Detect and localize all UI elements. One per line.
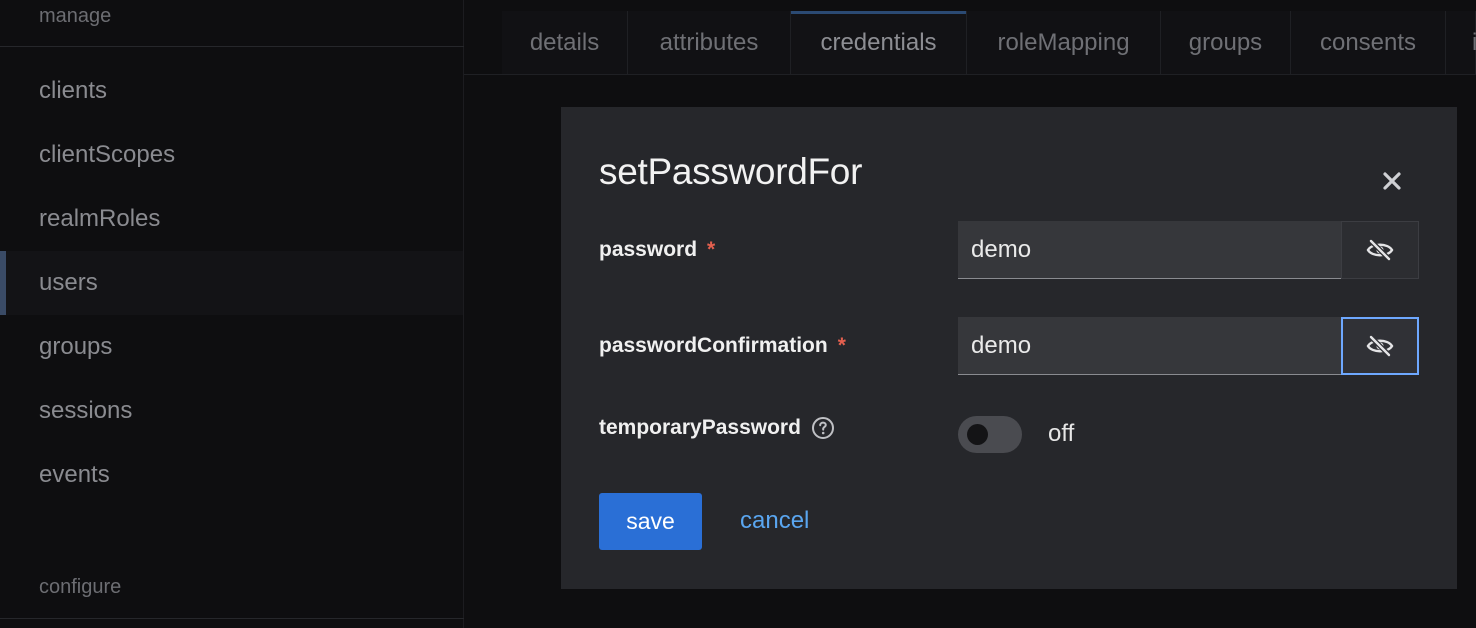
sidebar-item-clients[interactable]: clients (0, 59, 463, 123)
app-root: manage clients clientScopes realmRoles u… (0, 0, 1476, 628)
switch-knob (967, 424, 988, 445)
tab-details[interactable]: details (502, 11, 628, 74)
cancel-link[interactable]: cancel (740, 507, 809, 535)
sidebar-item-client-scopes[interactable]: clientScopes (0, 123, 463, 187)
eye-slash-icon (1366, 335, 1394, 357)
password-visibility-toggle[interactable] (1341, 221, 1419, 279)
tab-groups[interactable]: groups (1161, 11, 1291, 74)
required-marker: * (707, 238, 716, 261)
close-icon (1383, 172, 1401, 190)
sidebar-item-users[interactable]: users (0, 251, 463, 315)
sidebar-item-events[interactable]: events (0, 443, 463, 507)
sidebar: manage clients clientScopes realmRoles u… (0, 0, 464, 628)
sidebar-item-sessions[interactable]: sessions (0, 379, 463, 443)
tab-credentials[interactable]: credentials (791, 11, 967, 74)
temporary-password-state: off (1048, 420, 1075, 447)
password-label-text: password (599, 238, 698, 261)
dialog-title: setPasswordFor (599, 151, 863, 192)
temporary-password-label: temporaryPassword (599, 416, 835, 440)
tab-role-mapping[interactable]: roleMapping (967, 11, 1161, 74)
password-confirmation-visibility-toggle[interactable] (1341, 317, 1419, 375)
user-tabs: details attributes credentials roleMappi… (464, 11, 1476, 75)
password-confirmation-input[interactable] (958, 317, 1341, 375)
tab-consents[interactable]: consents (1291, 11, 1446, 74)
sidebar-item-realm-roles[interactable]: realmRoles (0, 187, 463, 251)
password-confirmation-label: passwordConfirmation * (599, 334, 846, 358)
eye-slash-icon (1366, 239, 1394, 261)
sidebar-section-manage: manage (39, 5, 112, 27)
password-input[interactable] (958, 221, 1341, 279)
sidebar-divider (0, 46, 464, 47)
sidebar-section-configure: configure (39, 576, 122, 598)
temporary-password-switch[interactable] (958, 416, 1022, 453)
required-marker: * (837, 334, 846, 357)
temporary-password-label-text: temporaryPassword (599, 416, 801, 439)
password-label: password * (599, 238, 715, 262)
tab-attributes[interactable]: attributes (628, 11, 791, 74)
set-password-dialog: setPasswordFor password * passwordConfir… (561, 107, 1457, 589)
close-button[interactable] (1373, 162, 1411, 200)
save-button[interactable]: save (599, 493, 702, 550)
sidebar-item-groups[interactable]: groups (0, 315, 463, 379)
tab-truncated[interactable]: i (1446, 11, 1476, 74)
password-confirmation-label-text: passwordConfirmation (599, 334, 828, 357)
sidebar-divider (0, 618, 464, 619)
help-icon[interactable] (811, 416, 835, 440)
